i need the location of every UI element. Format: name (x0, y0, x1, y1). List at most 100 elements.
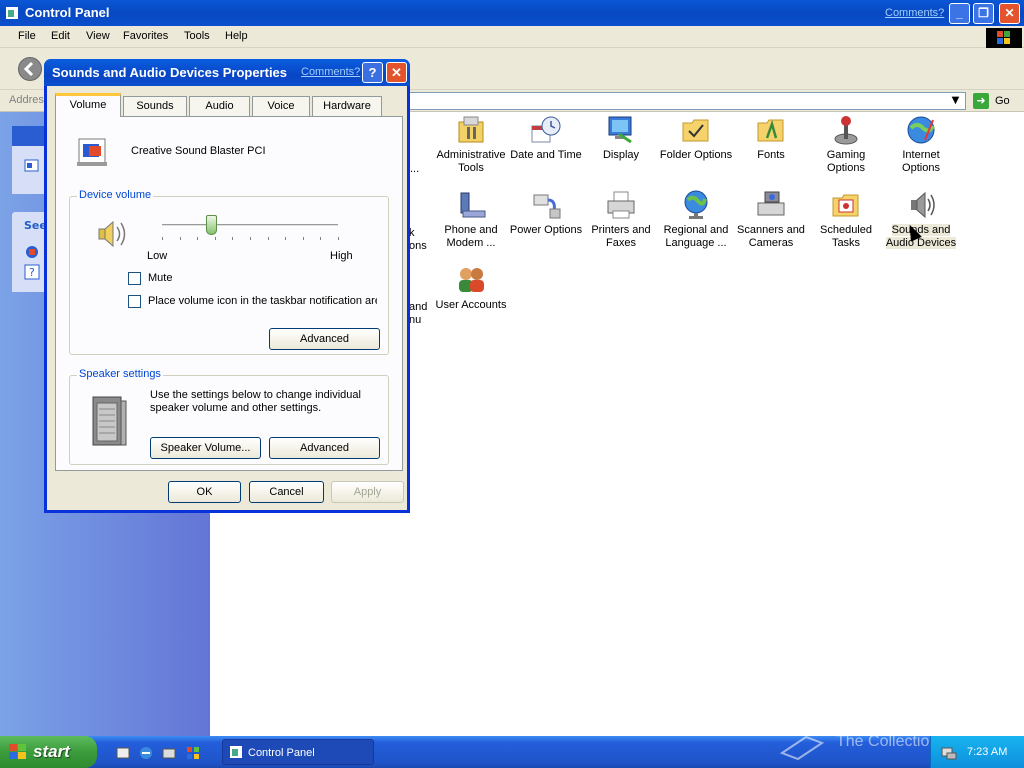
volume-advanced-button[interactable]: Advanced (269, 328, 380, 350)
apply-button[interactable]: Apply (331, 481, 404, 503)
tab-voice[interactable]: Voice (252, 96, 310, 116)
go-arrow-icon[interactable]: ➜ (973, 93, 989, 109)
start-label: start (33, 742, 70, 761)
mute-label: Mute (148, 272, 173, 284)
control-panel-titlebar: Control Panel Comments? _ ❐ ✕ (0, 0, 1024, 26)
menu-view[interactable]: View (86, 30, 110, 42)
item-fonts[interactable]: Fonts (733, 114, 809, 162)
back-button[interactable] (18, 57, 42, 81)
item-date-and-time[interactable]: Date and Time (508, 114, 584, 162)
speaker-volume-button[interactable]: Speaker Volume... (150, 437, 261, 459)
volume-tick-mark (197, 237, 199, 240)
fonts-folder-icon (757, 119, 784, 142)
maximize-button[interactable]: ❐ (973, 3, 994, 24)
menu-tools[interactable]: Tools (184, 30, 210, 42)
minimize-button[interactable]: _ (949, 3, 970, 24)
partial-item-label: k ons (409, 227, 427, 252)
item-gaming-options[interactable]: Gaming Options (808, 114, 884, 175)
volume-tick-mark (267, 237, 269, 240)
menu-favorites[interactable]: Favorites (123, 30, 168, 42)
tab-audio[interactable]: Audio (189, 96, 250, 116)
menu-edit[interactable]: Edit (51, 30, 70, 42)
volume-slider-track[interactable] (162, 224, 338, 227)
go-button[interactable]: Go (995, 95, 1010, 107)
close-button[interactable]: ✕ (999, 3, 1020, 24)
scanner-camera-icon (757, 191, 785, 216)
window-title: Control Panel (25, 5, 110, 20)
item-internet-options[interactable]: Internet Options (883, 114, 959, 175)
watermark-book-icon (779, 735, 825, 761)
item-display[interactable]: Display (583, 114, 659, 162)
item-label: Administrative Tools (436, 149, 506, 174)
start-button[interactable]: start (0, 736, 97, 768)
item-label: Phone and Modem ... (444, 224, 498, 249)
item-printers-and-faxes[interactable]: Printers and Faxes (583, 189, 659, 250)
volume-slider-thumb[interactable] (206, 215, 218, 235)
ok-button[interactable]: OK (168, 481, 241, 503)
partial-item-label: ... (410, 163, 420, 175)
switch-view-icon[interactable] (24, 158, 40, 174)
control-panel-icon (6, 7, 18, 19)
taskbar-task-label: Control Panel (248, 747, 315, 759)
item-power-options[interactable]: Power Options (508, 189, 584, 237)
volume-high-label: High (330, 250, 353, 262)
item-scheduled-tasks[interactable]: Scheduled Tasks (808, 189, 884, 250)
tray-network-icon[interactable] (941, 744, 957, 760)
volume-tick-mark (214, 237, 216, 240)
device-volume-group-label: Device volume (77, 189, 154, 201)
item-label: User Accounts (435, 299, 507, 311)
volume-low-label: Low (147, 250, 168, 262)
taskbar-volume-icon-checkbox[interactable] (128, 295, 141, 308)
quicklaunch-media-player-icon[interactable] (186, 746, 200, 760)
quicklaunch-windows-explorer-icon[interactable] (162, 746, 176, 760)
help-icon[interactable]: ? (362, 62, 383, 83)
item-administrative-tools[interactable]: Administrative Tools (433, 114, 509, 175)
globe-icon (684, 190, 708, 219)
mute-checkbox[interactable] (128, 272, 141, 285)
phone-modem-icon (460, 192, 486, 218)
back-arrow-icon (23, 61, 34, 77)
speaker-cabinet-icon (92, 396, 127, 446)
item-scanners-and-cameras[interactable]: Scanners and Cameras (733, 189, 809, 250)
item-regional-and-language[interactable]: Regional and Language ... (658, 189, 734, 250)
printer-icon (607, 191, 635, 219)
internet-globe-icon (907, 116, 935, 144)
tab-sounds[interactable]: Sounds (123, 96, 187, 116)
cancel-button[interactable]: Cancel (249, 481, 324, 503)
volume-tick-mark (320, 237, 322, 240)
item-sounds-and-audio-devices[interactable]: Sounds and Audio Devices (883, 189, 959, 250)
address-input[interactable] (408, 92, 966, 110)
item-label: Regional and Language ... (663, 224, 729, 249)
speaker-settings-group-label: Speaker settings (77, 368, 163, 380)
item-label: Scheduled Tasks (820, 224, 872, 249)
item-label: Date and Time (510, 149, 582, 161)
quicklaunch-ie-icon[interactable] (139, 746, 153, 760)
item-label: Scanners and Cameras (737, 224, 805, 249)
comments-link[interactable]: Comments? (885, 7, 944, 19)
item-label: Folder Options (659, 149, 733, 161)
menu-help[interactable]: Help (225, 30, 248, 42)
volume-tick-mark (302, 237, 304, 240)
item-folder-options[interactable]: Folder Options (658, 114, 734, 162)
item-phone-and-modem[interactable]: Phone and Modem ... (433, 189, 509, 250)
date-time-icon (531, 116, 561, 143)
item-label: Fonts (757, 149, 785, 161)
dialog-comments-link[interactable]: Comments? (301, 66, 360, 78)
dialog-close-icon[interactable]: ✕ (386, 62, 407, 83)
speaker-advanced-button[interactable]: Advanced (269, 437, 380, 459)
address-dropdown-icon[interactable]: ▼ (947, 93, 964, 109)
tab-hardware[interactable]: Hardware (312, 96, 382, 116)
item-user-accounts[interactable]: User Accounts (433, 264, 509, 312)
windows-update-icon[interactable] (24, 244, 40, 260)
quicklaunch-desktop-icon[interactable] (116, 746, 130, 760)
power-plug-icon (533, 194, 561, 219)
tab-volume[interactable]: Volume (55, 93, 121, 117)
volume-tick-mark (162, 237, 163, 240)
menu-file[interactable]: File (18, 30, 36, 42)
volume-tick-mark (232, 237, 234, 240)
help-support-icon[interactable]: ? (24, 264, 40, 280)
device-name: Creative Sound Blaster PCI (131, 145, 266, 157)
speaker-icon (911, 191, 935, 219)
item-label: Gaming Options (826, 149, 866, 174)
taskbar-control-panel-button[interactable]: Control Panel (222, 739, 374, 765)
